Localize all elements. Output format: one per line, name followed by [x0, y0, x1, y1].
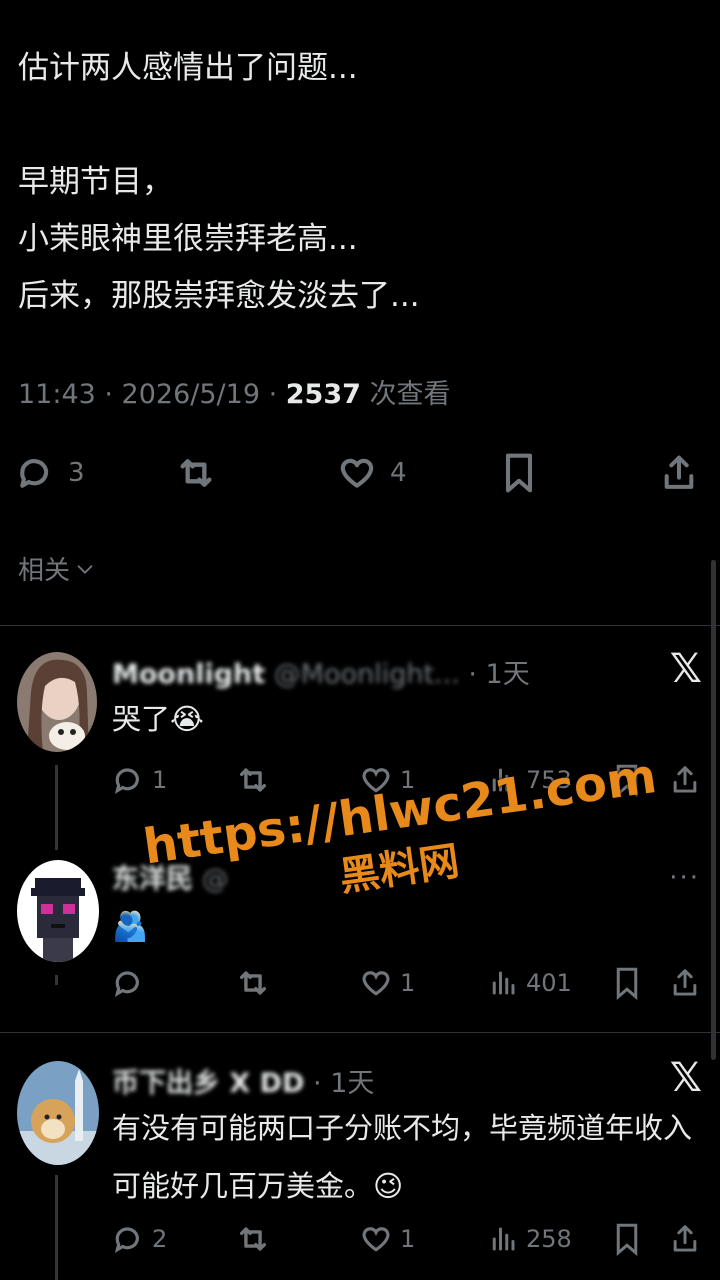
post-meta: 11:43 · 2026/5/19 · 2537 次查看	[18, 372, 451, 411]
views-button[interactable]: 401	[488, 963, 572, 1003]
bookmark-icon	[616, 1223, 638, 1257]
retweet-icon	[180, 459, 212, 487]
reply-button[interactable]	[112, 963, 152, 1003]
reply-button[interactable]: 3	[16, 448, 85, 498]
share-button[interactable]	[670, 760, 700, 800]
like-count: 1	[400, 1225, 416, 1253]
reply-icon	[114, 971, 139, 997]
post-line: 小茉眼神里很崇拜老高...	[18, 221, 358, 257]
thread-line	[55, 765, 58, 850]
share-icon	[664, 455, 694, 489]
x-logo-icon: 𝕏	[669, 646, 702, 692]
reply-icon	[114, 1227, 139, 1253]
like-button[interactable]: 4	[338, 448, 407, 498]
reply-button[interactable]: 1	[112, 760, 167, 800]
reply-header: 币下出乡 X DD · 1天	[112, 1061, 374, 1100]
chevron-down-icon	[77, 564, 93, 574]
post-line: 估计两人感情出了问题...	[18, 50, 358, 86]
retweet-icon	[239, 768, 267, 792]
bookmark-button[interactable]	[612, 1219, 642, 1259]
heart-icon	[340, 458, 374, 488]
reply-action-bar: 2 1 258	[112, 1219, 702, 1259]
post-views-count: 2537	[285, 379, 361, 410]
views-button[interactable]: 258	[488, 1219, 572, 1259]
retweet-button[interactable]	[236, 963, 270, 1003]
thread-line	[55, 1175, 58, 1280]
retweet-button[interactable]	[236, 760, 270, 800]
reply-header: Moonlight @Moonlight... · 1天	[112, 652, 530, 691]
divider	[0, 625, 720, 626]
bookmark-button[interactable]	[500, 448, 538, 498]
bookmark-icon	[505, 453, 533, 493]
heart-icon	[362, 971, 390, 996]
like-count: 4	[390, 458, 407, 488]
more-options-icon[interactable]: ···	[669, 863, 700, 893]
share-icon	[673, 969, 697, 996]
like-button[interactable]: 1	[360, 963, 415, 1003]
reply-action-bar: 1 401	[112, 963, 702, 1003]
share-icon	[673, 766, 697, 793]
post-line: 后来，那股崇拜愈发淡去了...	[18, 278, 420, 314]
post-line-blank	[18, 97, 698, 154]
view-count: 401	[526, 969, 572, 997]
view-count: 258	[526, 1225, 572, 1253]
scrollbar[interactable]	[711, 560, 716, 1060]
bookmark-icon	[616, 967, 638, 1001]
post-line: 早期节目，	[18, 164, 173, 200]
share-button[interactable]	[660, 448, 698, 498]
share-button[interactable]	[670, 963, 700, 1003]
reply-button[interactable]: 2	[112, 1219, 167, 1259]
avatar-woman-image	[17, 652, 97, 752]
post-time: 11:43 · 2026/5/19 ·	[18, 379, 286, 410]
reply-icon	[20, 459, 49, 488]
author-name[interactable]: 币下出乡 X DD	[112, 1068, 304, 1099]
like-button[interactable]: 1	[360, 1219, 415, 1259]
retweet-icon	[239, 1227, 267, 1251]
reply-time: · 1天	[313, 1068, 375, 1099]
reply-count: 2	[152, 1225, 168, 1253]
like-count: 1	[400, 969, 416, 997]
retweet-button[interactable]	[236, 1219, 270, 1259]
reply-count: 1	[152, 766, 168, 794]
bookmark-button[interactable]	[612, 963, 642, 1003]
heart-icon	[362, 1227, 390, 1252]
author-name[interactable]: Moonlight	[112, 659, 265, 690]
avatar-pixel-punk-image	[17, 860, 99, 962]
thread-line	[55, 975, 58, 985]
retweet-button[interactable]	[176, 448, 216, 498]
post-text: 估计两人感情出了问题... 早期节目， 小茉眼神里很崇拜老高... 后来，那股崇…	[18, 40, 698, 325]
related-label: 相关	[18, 556, 71, 586]
post-action-bar: 3 4	[16, 448, 700, 498]
avatar[interactable]	[17, 1061, 99, 1165]
reply-count: 3	[68, 458, 85, 488]
reply-text: 有没有可能两口子分账不均，毕竟频道年收入可能好几百万美金。😉	[112, 1111, 693, 1203]
post-views-label: 次查看	[360, 379, 451, 410]
share-button[interactable]	[670, 1219, 700, 1259]
author-handle[interactable]: @Moonlight...	[274, 659, 460, 690]
analytics-icon	[492, 1227, 515, 1251]
retweet-icon	[239, 971, 267, 995]
avatar[interactable]	[17, 652, 97, 752]
x-logo-icon: 𝕏	[669, 1055, 702, 1101]
share-icon	[673, 1225, 697, 1252]
reply-time: · 1天	[468, 659, 530, 690]
reply-icon	[114, 768, 139, 794]
avatar-doge-image	[17, 1061, 99, 1165]
reply-text: 哭了😭	[112, 702, 204, 736]
analytics-icon	[492, 971, 515, 995]
avatar[interactable]	[17, 860, 99, 962]
related-dropdown[interactable]: 相关	[18, 550, 96, 587]
divider	[0, 1032, 720, 1033]
